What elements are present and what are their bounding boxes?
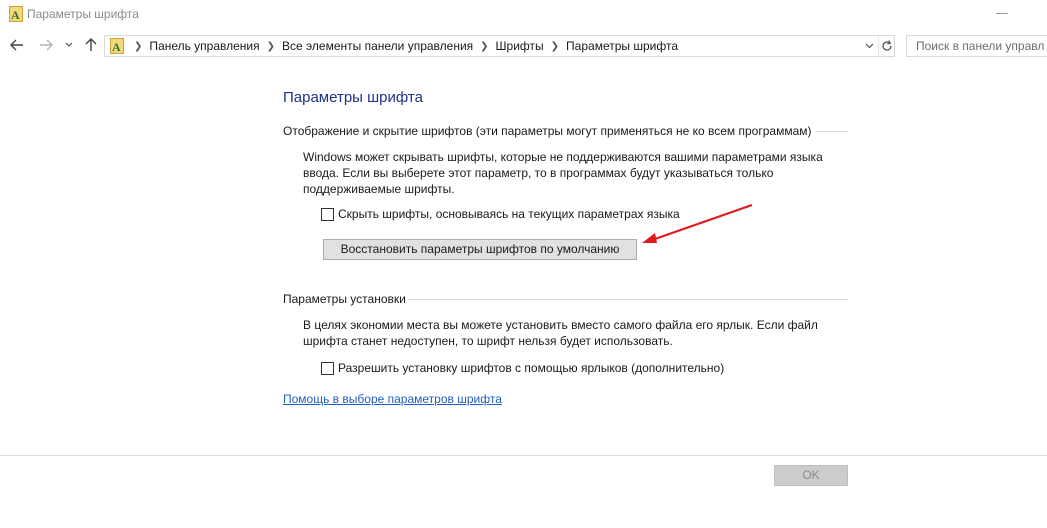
description-line: ввода. Если вы выберете этот параметр, т… [303,166,774,180]
description-line: шрифта станет недоступен, то шрифт нельз… [303,334,673,348]
allow-shortcuts-label[interactable]: Разрешить установку шрифтов с помощью яр… [338,361,724,375]
title-bar: A Параметры шрифта [0,0,1047,30]
description-line: поддерживаемые шрифты. [303,182,455,196]
allow-shortcuts-checkbox[interactable] [321,361,334,375]
refresh-button[interactable] [878,36,895,56]
breadcrumb-item-font-settings[interactable]: Параметры шрифта [566,39,678,53]
install-section-description: В целях экономии места вы можете установ… [303,317,818,349]
back-button[interactable] [8,36,26,54]
svg-text:A: A [112,40,121,54]
refresh-icon [882,40,892,51]
search-box[interactable] [906,35,1047,57]
footer-divider [0,455,1047,456]
breadcrumb-separator-icon[interactable]: ❯ [267,41,275,52]
search-input[interactable] [907,36,1047,56]
address-bar[interactable]: A ❯ Панель управления ❯ Все элементы пан… [104,35,895,57]
ok-button[interactable]: OK [774,465,848,486]
hide-fonts-label[interactable]: Скрыть шрифты, основываясь на текущих па… [338,207,680,221]
minimize-button[interactable] [996,13,1008,14]
address-history-dropdown[interactable] [862,38,876,54]
allow-shortcuts-option[interactable]: Разрешить установку шрифтов с помощью яр… [321,361,724,375]
recent-locations-button[interactable] [62,36,76,54]
install-section-heading: Параметры установки [283,292,406,306]
restore-default-fonts-button[interactable]: Восстановить параметры шрифтов по умолча… [323,239,637,260]
navigation-bar: A ❯ Панель управления ❯ Все элементы пан… [0,30,1047,62]
display-section-heading: Отображение и скрытие шрифтов (эти парам… [283,124,812,138]
window-title: Параметры шрифта [27,7,139,21]
section-divider [408,299,848,300]
red-arrow-annotation-icon [642,203,753,243]
up-button[interactable] [82,36,100,54]
up-arrow-icon [85,38,97,51]
back-arrow-icon [10,39,23,51]
chevron-down-icon [865,43,873,49]
description-line: Windows может скрывать шрифты, которые н… [303,150,823,164]
forward-arrow-icon [40,39,53,51]
breadcrumb-item-all-items[interactable]: Все элементы панели управления [282,39,473,53]
breadcrumb-separator-icon: ❯ [134,40,143,52]
display-section-description: Windows может скрывать шрифты, которые н… [303,149,823,197]
description-line: В целях экономии места вы можете установ… [303,318,818,332]
hide-fonts-option[interactable]: Скрыть шрифты, основываясь на текущих па… [321,207,680,221]
font-folder-icon: A [110,38,124,54]
breadcrumb-separator-icon[interactable]: ❯ [480,41,488,52]
font-folder-icon: A [9,6,23,22]
forward-button[interactable] [37,36,55,54]
help-link[interactable]: Помощь в выборе параметров шрифта [283,392,502,406]
breadcrumb-item-control-panel[interactable]: Панель управления [149,39,259,53]
hide-fonts-checkbox[interactable] [321,207,334,221]
section-divider [816,131,848,132]
breadcrumb-item-fonts[interactable]: Шрифты [496,39,544,53]
breadcrumb-separator-icon[interactable]: ❯ [551,41,559,52]
breadcrumb: ❯ Панель управления ❯ Все элементы панел… [127,39,678,53]
svg-text:A: A [11,8,20,22]
page-title: Параметры шрифта [283,89,423,106]
chevron-down-icon [65,42,73,47]
